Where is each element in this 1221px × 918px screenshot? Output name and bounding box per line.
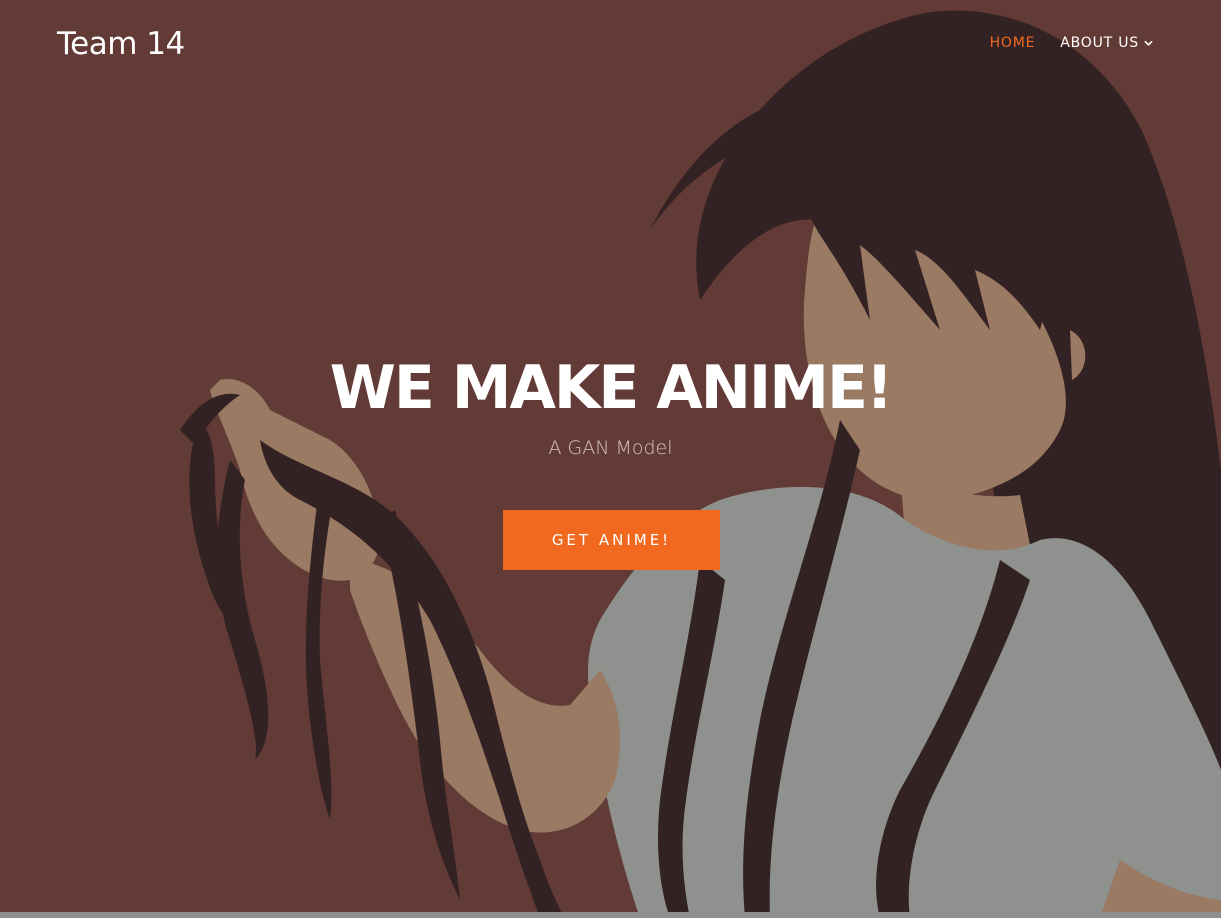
nav-item-home-label: HOME	[989, 35, 1036, 51]
main-nav: HOME ABOUT US	[990, 35, 1153, 51]
nav-item-about-us-label: ABOUT US	[1060, 35, 1139, 51]
hero-title: WE MAKE ANIME!	[329, 353, 894, 423]
bottom-bar	[0, 912, 1221, 918]
get-anime-button[interactable]: GET ANIME!	[503, 510, 720, 570]
hero-subtitle: A GAN Model	[548, 437, 673, 459]
nav-item-about-us[interactable]: ABOUT US	[1060, 35, 1153, 51]
page: Team 14 HOME ABOUT US WE MAKE ANIME! A G…	[0, 0, 1221, 918]
chevron-down-icon	[1144, 40, 1153, 46]
site-logo[interactable]: Team 14	[57, 24, 185, 64]
nav-item-home[interactable]: HOME	[990, 35, 1036, 51]
